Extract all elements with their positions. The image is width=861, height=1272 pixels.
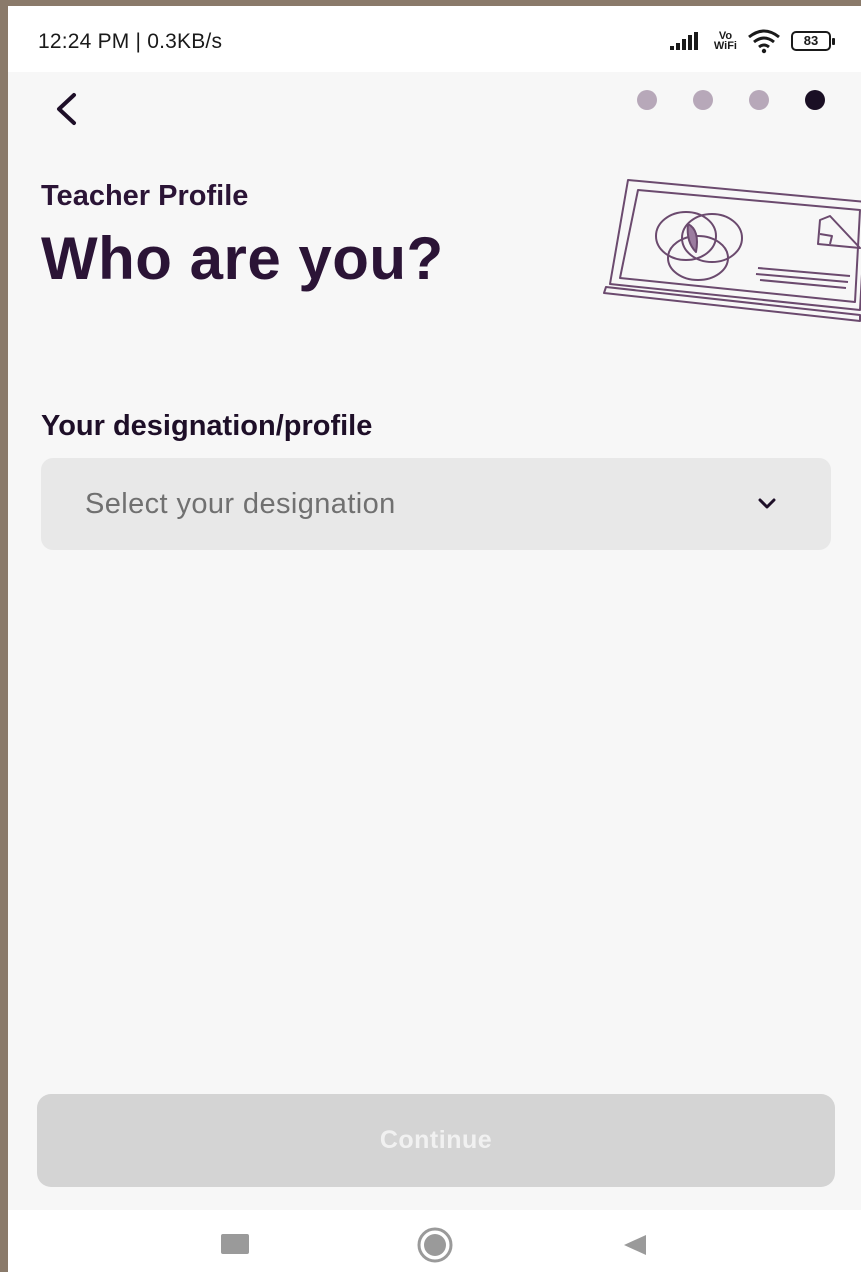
progress-indicator xyxy=(637,90,825,110)
whiteboard-illustration xyxy=(603,179,861,322)
designation-label: Your designation/profile xyxy=(41,410,373,442)
vowifi-icon: Vo WiFi xyxy=(713,31,737,52)
recents-icon[interactable] xyxy=(221,1234,249,1254)
battery-icon: 83 xyxy=(791,31,835,51)
system-nav-bar xyxy=(8,1210,861,1272)
status-icons: Vo WiFi 83 xyxy=(668,26,835,56)
app-screen: 12:24 PM | 0.3KB/s Vo WiFi 83 Teacher Pr… xyxy=(8,6,861,1272)
designation-select[interactable]: Select your designation xyxy=(41,458,831,550)
progress-dot-active xyxy=(805,90,825,110)
designation-placeholder: Select your designation xyxy=(85,488,396,520)
progress-dot xyxy=(637,90,657,110)
chevron-left-icon xyxy=(57,93,76,125)
wifi-icon xyxy=(748,29,780,54)
home-icon[interactable] xyxy=(416,1226,454,1264)
back-button[interactable] xyxy=(44,84,88,134)
status-bar: 12:24 PM | 0.3KB/s Vo WiFi 83 xyxy=(8,6,861,72)
progress-dot xyxy=(749,90,769,110)
page-eyebrow: Teacher Profile xyxy=(41,180,249,212)
continue-button[interactable]: Continue xyxy=(37,1094,835,1187)
signal-icon xyxy=(669,32,698,50)
continue-label: Continue xyxy=(379,1126,493,1154)
back-icon[interactable] xyxy=(620,1232,650,1258)
vowifi-line2: WiFi xyxy=(713,40,737,52)
progress-dot xyxy=(693,90,713,110)
page-title: Who are you? xyxy=(41,225,444,292)
chevron-down-icon xyxy=(758,498,776,509)
status-time: 12:24 PM | 0.3KB/s xyxy=(38,30,223,53)
